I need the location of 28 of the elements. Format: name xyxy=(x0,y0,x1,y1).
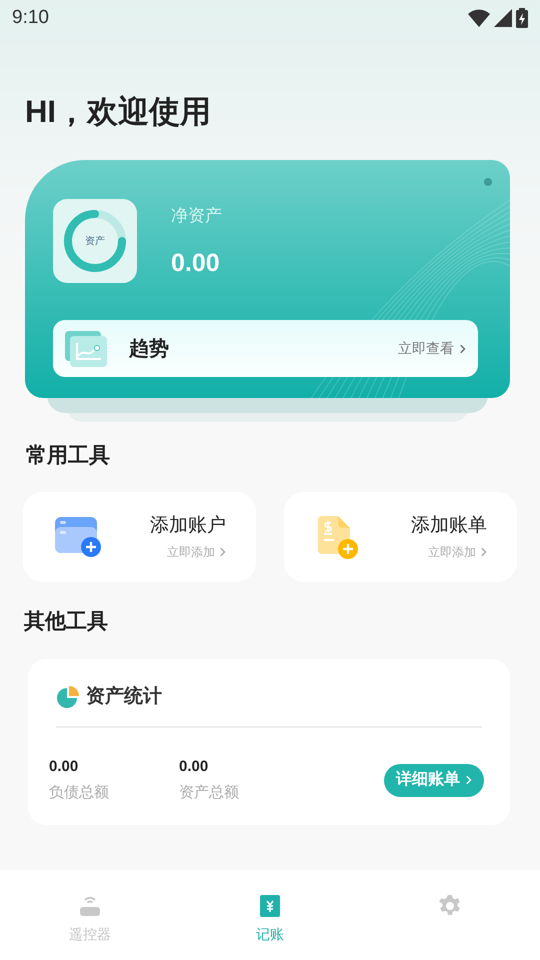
chart-icon xyxy=(65,330,107,366)
stat-value: 0.00 xyxy=(179,756,210,776)
chevron-icon xyxy=(466,775,472,785)
trend-button[interactable]: 趋势 立即查看 xyxy=(53,320,478,377)
stat-label: 负债总额 xyxy=(49,783,110,803)
greeting-title: HI，欢迎使用 xyxy=(25,93,212,131)
card-plus-icon xyxy=(53,514,103,558)
net-assets-value: 0.00 xyxy=(171,248,221,278)
signal-icon xyxy=(494,9,512,27)
tool-card[interactable]: 添加账单 立即添加 xyxy=(284,492,517,582)
battery-icon xyxy=(516,8,528,28)
tool-card[interactable]: 添加账户 立即添加 xyxy=(23,492,256,582)
chevron-icon xyxy=(460,344,466,354)
section-title: 常用工具 xyxy=(26,443,111,469)
section-title: 其他工具 xyxy=(24,608,109,634)
ring-label: 资产 xyxy=(85,234,105,248)
net-assets-label: 净资产 xyxy=(171,205,222,227)
donut-ring-icon xyxy=(63,209,127,273)
chevron-icon xyxy=(481,546,487,556)
yuan-note-icon xyxy=(259,894,281,918)
gear-icon xyxy=(438,894,462,918)
stat-label: 资产总额 xyxy=(179,783,240,803)
wifi-icon xyxy=(468,9,490,27)
stats-title: 资产统计 xyxy=(86,684,162,709)
pie-chart-icon xyxy=(56,685,80,710)
chevron-icon xyxy=(220,546,226,556)
router-icon xyxy=(78,894,102,918)
status-time: 9:10 xyxy=(12,6,49,30)
